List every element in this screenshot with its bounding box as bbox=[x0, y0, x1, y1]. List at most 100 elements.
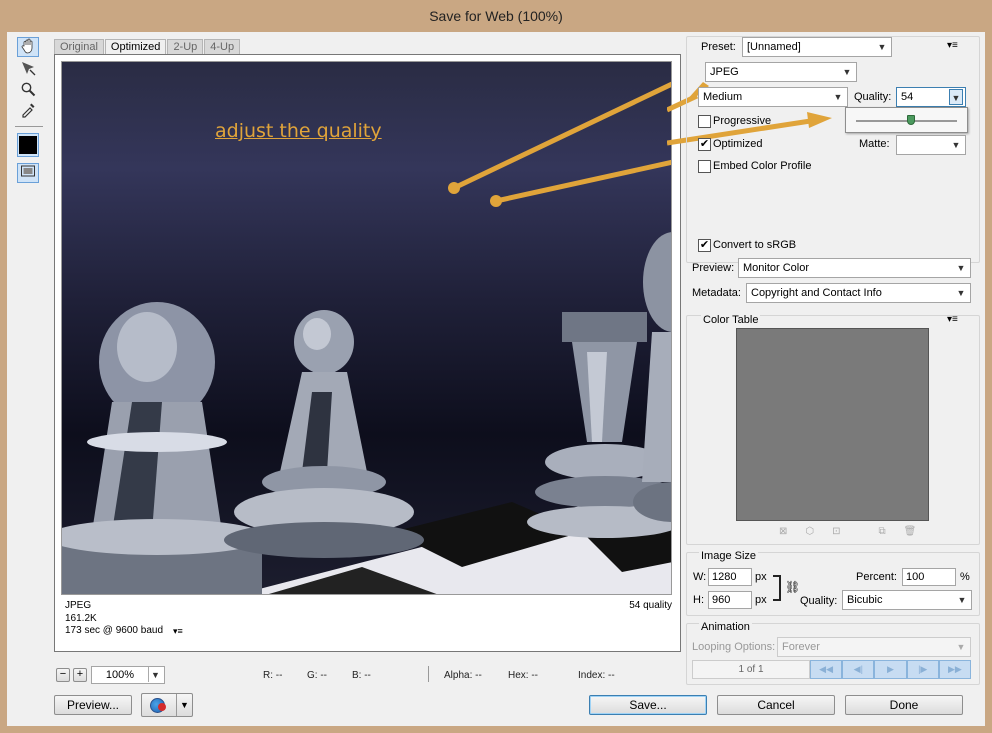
previous-frame-icon[interactable]: ◀| bbox=[842, 660, 875, 679]
download-speed-menu-icon[interactable]: ▾≡ bbox=[173, 625, 183, 638]
dialog-body: Original Optimized 2-Up 4-Up adjust the … bbox=[7, 32, 985, 726]
chevron-down-icon: ▼ bbox=[956, 642, 966, 652]
color-table-toolbar: ⊠ ⬡ ⊡ ⧉ 🗑 bbox=[779, 526, 916, 537]
looping-label: Looping Options: bbox=[692, 641, 776, 653]
percent-unit: % bbox=[960, 571, 970, 583]
browser-preview-button[interactable]: ▼ bbox=[141, 693, 193, 717]
looping-select[interactable]: Forever ▼ bbox=[777, 637, 971, 657]
status-hex: Hex: -- bbox=[508, 670, 538, 681]
quality-slider-thumb[interactable] bbox=[906, 115, 915, 125]
window-title: Save for Web (100%) bbox=[429, 8, 563, 24]
preview-select[interactable]: Monitor Color ▼ bbox=[738, 258, 971, 278]
constrain-bracket bbox=[773, 575, 781, 601]
zoom-out-button[interactable]: − bbox=[56, 668, 70, 682]
toggle-slices-icon[interactable] bbox=[17, 163, 39, 183]
quality-input[interactable]: 54 ▼ bbox=[896, 87, 966, 107]
lock-color-icon[interactable]: ⊡ bbox=[832, 526, 840, 537]
metadata-value: Copyright and Contact Info bbox=[751, 287, 882, 299]
tab-2-up[interactable]: 2-Up bbox=[167, 39, 204, 54]
quality-preset-select[interactable]: Medium ▼ bbox=[698, 87, 848, 107]
chain-link-icon[interactable]: ⛓ bbox=[785, 580, 800, 594]
save-for-web-window: Save for Web (100%) Original Optimized 2… bbox=[0, 0, 992, 733]
zoom-tool-icon[interactable] bbox=[17, 80, 39, 100]
status-divider bbox=[428, 666, 429, 682]
convert-srgb-checkbox[interactable]: ✔ bbox=[698, 239, 711, 252]
map-colors-icon[interactable]: ⊠ bbox=[779, 526, 787, 537]
info-format: JPEG bbox=[65, 600, 92, 611]
chevron-down-icon: ▼ bbox=[877, 42, 887, 52]
height-unit: px bbox=[755, 594, 767, 606]
hand-tool-icon[interactable] bbox=[17, 37, 39, 57]
chevron-down-icon: ▼ bbox=[957, 595, 967, 605]
chevron-down-icon: ▼ bbox=[951, 140, 961, 150]
annotation-text: adjust the quality bbox=[215, 120, 382, 142]
height-input[interactable]: 960 bbox=[708, 591, 752, 609]
preview-image[interactable]: adjust the quality bbox=[61, 61, 672, 595]
tab-4-up[interactable]: 4-Up bbox=[204, 39, 241, 54]
color-table-menu-icon[interactable]: ▾≡ bbox=[947, 314, 958, 325]
tab-optimized[interactable]: Optimized bbox=[104, 39, 167, 54]
width-input[interactable]: 1280 bbox=[708, 568, 752, 586]
metadata-select[interactable]: Copyright and Contact Info ▼ bbox=[746, 283, 971, 303]
resample-quality-select[interactable]: Bicubic ▼ bbox=[842, 590, 972, 610]
web-shift-icon[interactable]: ⬡ bbox=[805, 526, 814, 537]
image-size-title: Image Size bbox=[699, 550, 759, 562]
chevron-down-icon: ▼ bbox=[842, 67, 852, 77]
status-index: Index: -- bbox=[578, 670, 615, 681]
matte-select[interactable]: ▼ bbox=[896, 135, 966, 155]
frame-counter: 1 of 1 bbox=[692, 660, 810, 679]
view-tabs: Original Optimized 2-Up 4-Up bbox=[54, 39, 241, 54]
status-alpha: Alpha: -- bbox=[444, 670, 482, 681]
metadata-label: Metadata: bbox=[692, 287, 741, 299]
color-table-title: Color Table bbox=[701, 314, 761, 326]
eyedropper-tool-icon[interactable] bbox=[17, 101, 39, 121]
preview-label: Preview: bbox=[692, 262, 735, 274]
chevron-down-icon[interactable]: ▼ bbox=[176, 694, 192, 716]
first-frame-icon[interactable]: ◀◀ bbox=[810, 660, 843, 679]
toolbox-divider bbox=[15, 126, 43, 127]
progressive-checkbox[interactable] bbox=[698, 115, 711, 128]
chevron-down-icon: ▼ bbox=[833, 92, 843, 102]
embed-profile-label: Embed Color Profile bbox=[713, 160, 812, 172]
height-label: H: bbox=[693, 594, 704, 606]
status-b: B: -- bbox=[352, 670, 371, 681]
looping-value: Forever bbox=[782, 641, 820, 653]
format-select[interactable]: JPEG ▼ bbox=[705, 62, 857, 82]
new-color-icon[interactable]: ⧉ bbox=[879, 526, 886, 537]
zoom-level-value: 100% bbox=[105, 669, 135, 681]
slice-select-tool-icon[interactable] bbox=[17, 59, 39, 79]
done-button[interactable]: Done bbox=[845, 695, 963, 715]
chevron-down-icon: ▼ bbox=[956, 288, 966, 298]
zoom-in-button[interactable]: + bbox=[73, 668, 87, 682]
info-quality: 54 quality bbox=[629, 600, 672, 611]
format-value: JPEG bbox=[710, 66, 739, 78]
preset-select[interactable]: [Unnamed] ▼ bbox=[742, 37, 892, 57]
save-button[interactable]: Save... bbox=[589, 695, 707, 715]
animation-title: Animation bbox=[699, 621, 752, 633]
optimize-menu-icon[interactable]: ▾≡ bbox=[947, 40, 958, 51]
status-r: R: -- bbox=[263, 670, 283, 681]
next-frame-icon[interactable]: |▶ bbox=[906, 660, 939, 679]
chevron-down-icon[interactable]: ▼ bbox=[949, 89, 963, 105]
chevron-down-icon: ▼ bbox=[956, 263, 966, 273]
last-frame-icon[interactable]: ▶▶ bbox=[938, 660, 972, 679]
optimized-checkbox[interactable]: ✔ bbox=[698, 138, 711, 151]
embed-profile-checkbox[interactable] bbox=[698, 160, 711, 173]
status-g: G: -- bbox=[307, 670, 327, 681]
trash-icon[interactable]: 🗑 bbox=[904, 526, 917, 537]
color-table-swatch-area bbox=[736, 328, 929, 521]
preview-button[interactable]: Preview... bbox=[54, 695, 132, 715]
cancel-button[interactable]: Cancel bbox=[717, 695, 835, 715]
width-unit: px bbox=[755, 571, 767, 583]
percent-input[interactable]: 100 bbox=[902, 568, 956, 586]
preview-value: Monitor Color bbox=[743, 262, 810, 274]
eyedropper-color-swatch[interactable] bbox=[17, 133, 39, 157]
zoom-level-select[interactable]: 100% ▼ bbox=[91, 666, 165, 684]
image-preview-frame: adjust the quality JPEG 161.2K 173 sec @… bbox=[54, 54, 681, 652]
percent-label: Percent: bbox=[856, 571, 897, 583]
tab-original[interactable]: Original bbox=[54, 39, 104, 54]
preset-label: Preset: bbox=[701, 41, 736, 53]
progressive-label: Progressive bbox=[713, 115, 772, 127]
resample-quality-value: Bicubic bbox=[847, 594, 883, 606]
play-icon[interactable]: ▶ bbox=[874, 660, 907, 679]
